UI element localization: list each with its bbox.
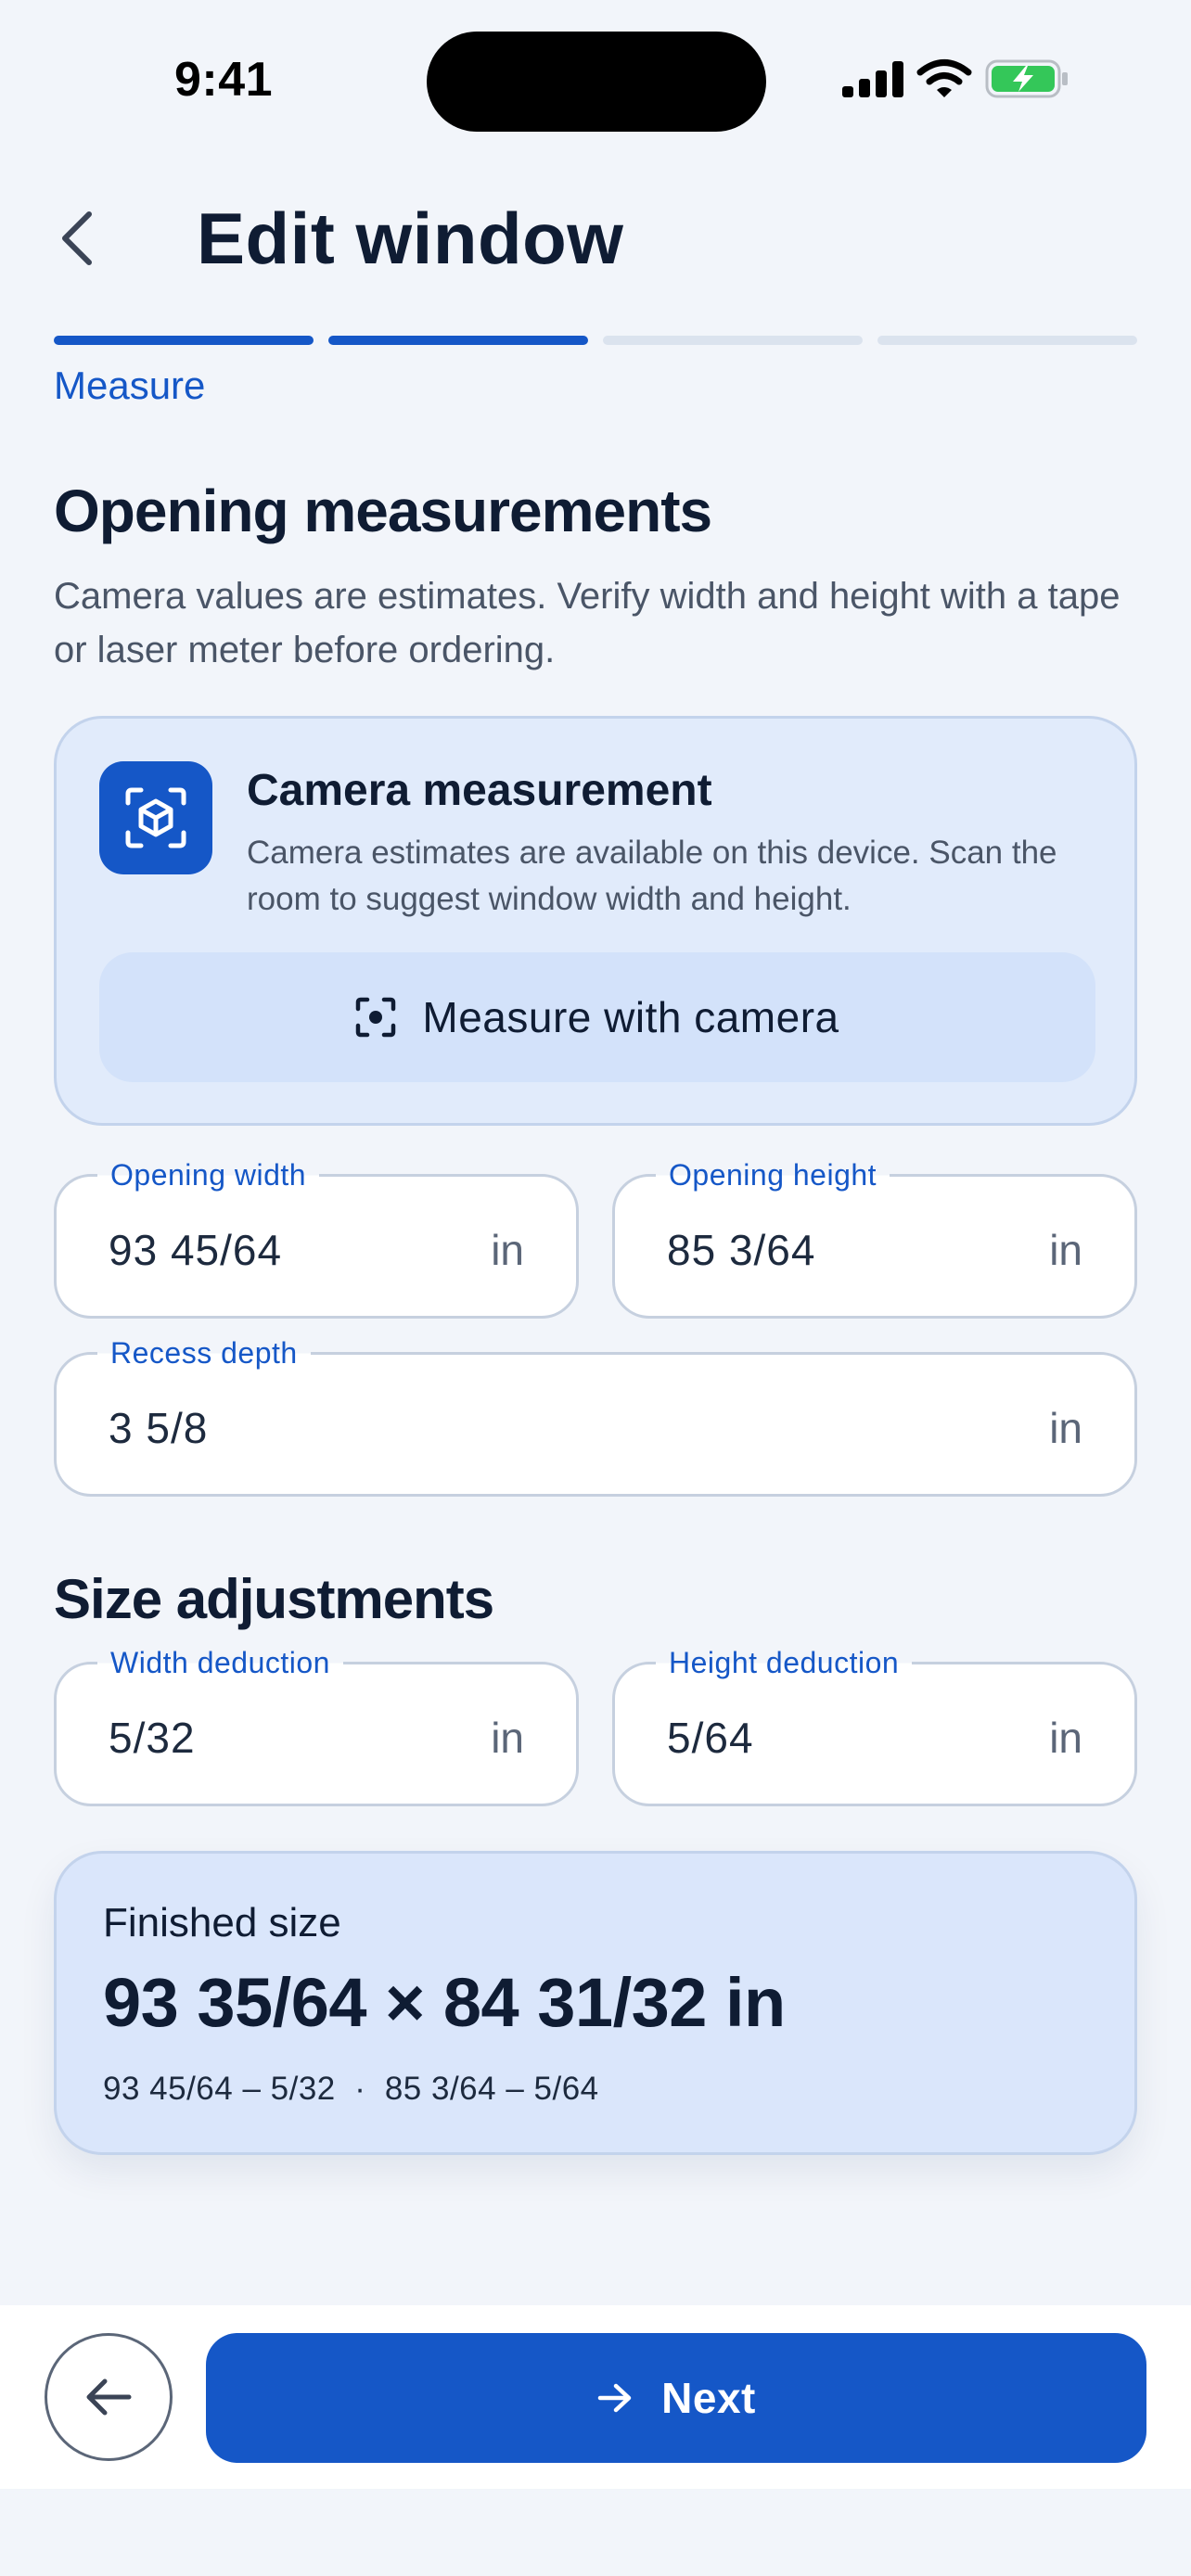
height-deduction-unit: in [1049,1714,1082,1762]
finished-size-card: Finished size 93 35/64 × 84 31/32 in 93 … [54,1851,1137,2155]
current-step-label: Measure [54,363,206,407]
status-time: 9:41 [174,53,274,107]
signal-icon [842,60,903,102]
arrow-left-icon [86,2378,132,2416]
size-adjustments-title: Size adjustments [54,1568,494,1630]
step-3-segment [603,336,863,345]
step-2-segment [328,336,588,345]
measure-with-camera-label: Measure with camera [422,993,839,1041]
height-deduction-label: Height deduction [656,1646,913,1680]
back-button[interactable] [48,206,104,271]
recess-depth-unit: in [1049,1404,1082,1452]
next-button[interactable]: Next [206,2333,1146,2463]
recess-depth-field[interactable]: Recess depth 3 5/8 in [54,1336,1137,1497]
next-button-label: Next [661,2374,756,2422]
page-title: Edit window [197,198,624,279]
width-deduction-unit: in [491,1714,524,1762]
recess-depth-value[interactable]: 3 5/8 [109,1403,208,1453]
opening-height-field[interactable]: Opening height 85 3/64 in [612,1158,1137,1319]
finished-size-value: 93 35/64 × 84 31/32 in [103,1964,786,2041]
status-icons [842,57,1070,104]
recess-depth-label: Recess depth [97,1336,311,1371]
width-deduction-field[interactable]: Width deduction 5/32 in [54,1646,579,1806]
chevron-left-icon [62,211,92,265]
status-bar: 9:41 [0,0,1191,158]
edit-window-screen: 9:41 Edit window Measure Opening measure… [0,0,1191,2576]
opening-width-field[interactable]: Opening width 93 45/64 in [54,1158,579,1319]
opening-width-label: Opening width [97,1158,320,1192]
step-4-segment [877,336,1137,345]
width-deduction-label: Width deduction [97,1646,343,1680]
camera-measurement-description: Camera estimates are available on this d… [247,835,1057,917]
opening-measurements-title: Opening measurements [54,478,712,544]
opening-measurements-description: Camera values are estimates. Verify widt… [54,576,1121,670]
height-deduction-field[interactable]: Height deduction 5/64 in [612,1646,1137,1806]
camera-measurement-card: Camera measurement Camera estimates are … [54,716,1137,1126]
ar-cube-icon [99,761,212,874]
opening-height-label: Opening height [656,1158,890,1192]
opening-width-value[interactable]: 93 45/64 [109,1225,282,1275]
battery-charging-icon [985,58,1070,104]
camera-measurement-title: Camera measurement [247,766,712,815]
opening-width-unit: in [491,1226,524,1274]
width-deduction-value[interactable]: 5/32 [109,1713,196,1763]
bottom-action-bar: Next [0,2305,1191,2489]
wifi-icon [916,58,972,104]
dynamic-island [427,32,766,132]
camera-focus-icon [356,997,396,1038]
measure-with-camera-button[interactable]: Measure with camera [99,952,1095,1082]
opening-height-unit: in [1049,1226,1082,1274]
finished-size-calculation: 93 45/64 – 5/32 · 85 3/64 – 5/64 [103,2071,599,2107]
height-deduction-value[interactable]: 5/64 [667,1713,754,1763]
finished-size-label: Finished size [103,1900,341,1945]
previous-step-button[interactable] [45,2333,173,2461]
opening-height-value[interactable]: 85 3/64 [667,1225,815,1275]
progress-stepper [54,336,1137,345]
arrow-right-icon [597,2383,632,2413]
step-1-segment [54,336,314,345]
